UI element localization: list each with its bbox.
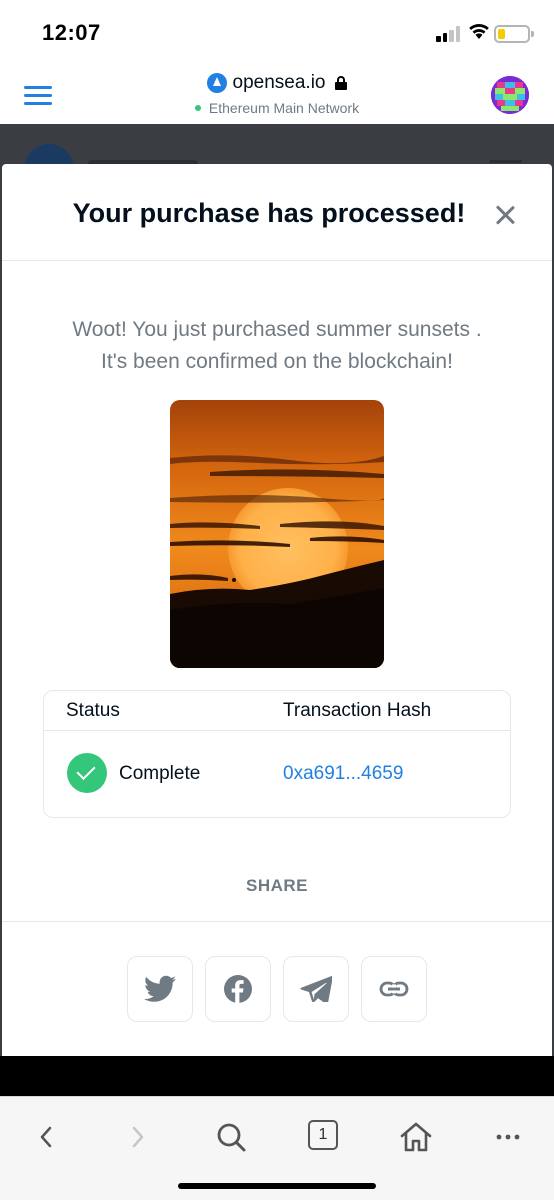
modal-title: Your purchase has processed! <box>2 198 552 229</box>
account-avatar[interactable] <box>491 76 529 114</box>
home-indicator <box>178 1183 376 1189</box>
link-icon <box>379 981 409 997</box>
transaction-hash-link[interactable]: 0xa691...4659 <box>283 763 403 785</box>
background-footer <box>0 1056 554 1096</box>
network-status-dot-icon <box>194 105 201 112</box>
status-column-header: Status <box>66 700 120 721</box>
home-icon[interactable] <box>398 1121 434 1153</box>
battery-icon <box>494 25 534 43</box>
address-bar[interactable]: opensea.io <box>0 72 554 99</box>
opensea-logo-icon <box>206 73 227 93</box>
confirmation-line-2: It's been confirmed on the blockchain! <box>101 350 453 373</box>
network-indicator: Ethereum Main Network <box>0 100 554 116</box>
transaction-table-header: Status Transaction Hash <box>44 691 510 731</box>
forward-chevron-icon[interactable] <box>128 1121 148 1153</box>
check-circle-icon <box>67 753 107 793</box>
browser-toolbar <box>0 1096 554 1200</box>
facebook-share-button[interactable] <box>205 956 271 1022</box>
browser-header: opensea.io Ethereum Main Network <box>0 62 554 124</box>
facebook-icon <box>224 975 252 1003</box>
telegram-share-button[interactable] <box>283 956 349 1022</box>
share-label: SHARE <box>245 876 308 895</box>
close-icon[interactable] <box>494 204 516 226</box>
status-bar: 12:07 <box>0 0 554 62</box>
network-name: Ethereum Main Network <box>208 100 360 116</box>
more-options-icon[interactable] <box>494 1121 522 1153</box>
nft-image <box>170 400 384 668</box>
telegram-icon <box>300 976 332 1002</box>
header-divider <box>2 260 552 261</box>
tabs-button[interactable]: 1 <box>308 1120 338 1150</box>
transaction-table: Status Transaction Hash Complete 0xa691.… <box>43 690 511 818</box>
lock-icon <box>335 76 348 90</box>
share-divider <box>2 921 552 922</box>
status-time: 12:07 <box>42 20 101 45</box>
modal-title-text: Your purchase has processed! <box>72 198 466 228</box>
search-icon[interactable] <box>214 1121 248 1153</box>
signal-icon <box>436 26 462 42</box>
wifi-icon <box>468 22 490 45</box>
copy-link-share-button[interactable] <box>361 956 427 1022</box>
confirmation-line-1: Woot! You just purchased summer sunsets … <box>72 318 482 341</box>
back-chevron-icon[interactable] <box>36 1121 56 1153</box>
twitter-share-button[interactable] <box>127 956 193 1022</box>
twitter-icon <box>144 975 176 1002</box>
status-value: Complete <box>119 763 201 784</box>
confirmation-message: Woot! You just purchased summer sunsets … <box>22 314 532 378</box>
purchase-success-modal: Your purchase has processed! Woot! You j… <box>2 164 552 1056</box>
hash-column-header: Transaction Hash <box>283 700 432 721</box>
site-domain: opensea.io <box>232 72 326 93</box>
